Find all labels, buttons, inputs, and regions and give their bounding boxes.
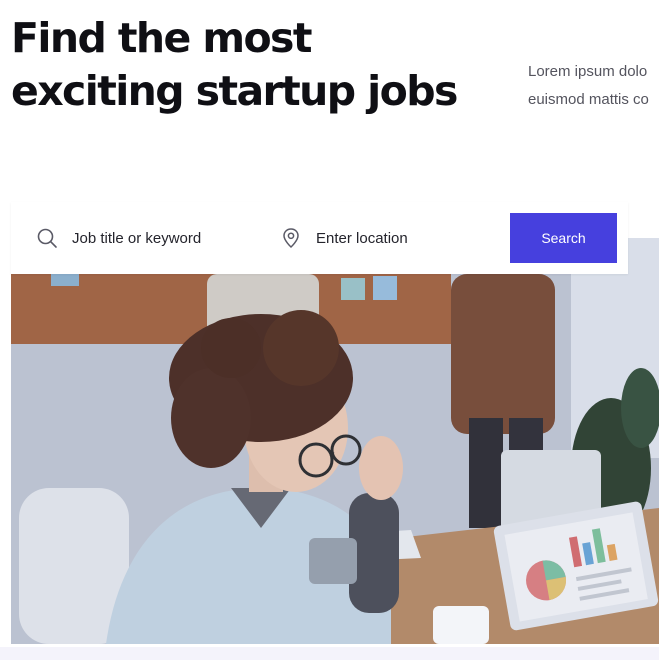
search-icon [36,227,58,249]
hero-title: Find the most exciting startup jobs [11,12,458,118]
location-placeholder: Enter location [316,229,408,247]
hero-title-line-1: Find the most [11,14,312,62]
location-field[interactable]: Enter location [280,202,408,274]
search-button[interactable]: Search [510,213,617,263]
hero-photo [11,238,659,644]
hero-description: Lorem ipsum dolo euismod mattis co [528,58,659,114]
job-keyword-placeholder: Job title or keyword [72,229,202,247]
job-keyword-field[interactable]: Job title or keyword [36,202,201,274]
hero-title-line-2: exciting startup jobs [11,67,458,115]
map-pin-icon [280,227,302,249]
job-search-bar: Job title or keyword Enter location Sear… [11,202,628,274]
hero-photo-illustration [11,238,659,644]
hero-description-line-1: Lorem ipsum dolo [528,63,648,80]
section-divider [0,647,659,660]
hero-description-line-2: euismod mattis co [528,91,649,108]
